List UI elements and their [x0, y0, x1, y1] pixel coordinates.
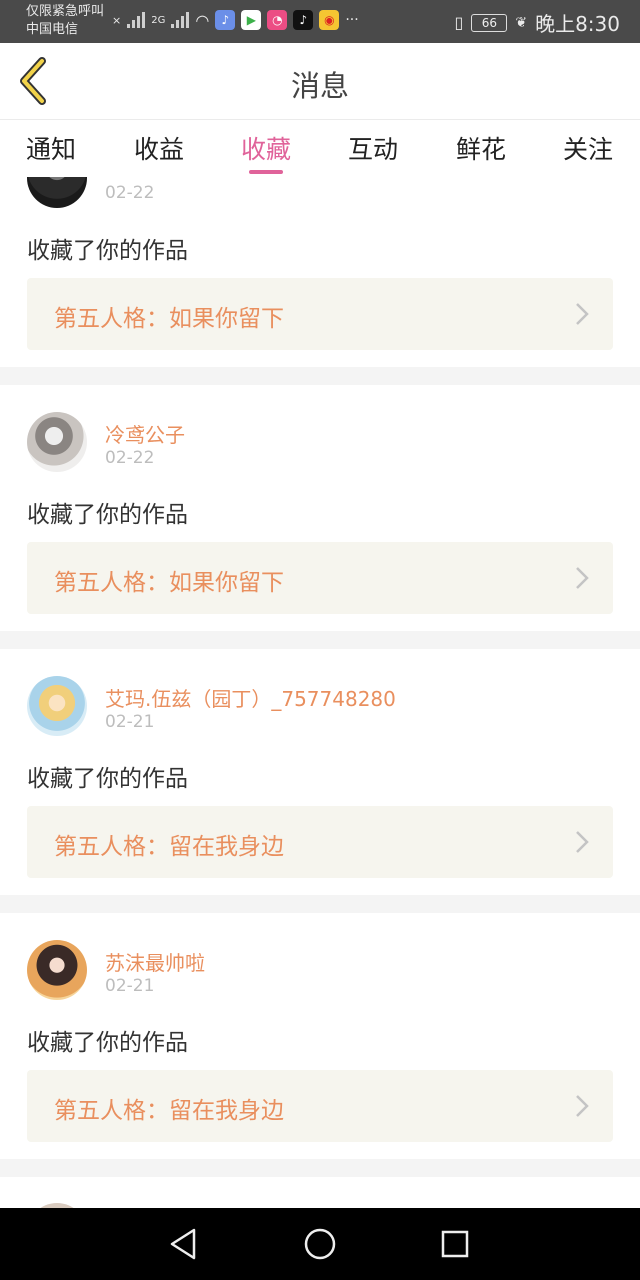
tab-following[interactable]: 关注 — [563, 130, 613, 166]
emergency-only-text: 仅限紧急呼叫 — [26, 4, 105, 19]
work-title: 第五人格：留在我身边 — [54, 1098, 284, 1124]
page-title: 消息 — [290, 69, 349, 103]
chevron-right-icon — [576, 567, 589, 589]
status-bar: 仅限紧急呼叫 中国电信 × 2G ◠ ♪ ▶ ◔ ♪ ◉ ··· ▯ 66 ❦ … — [0, 0, 640, 43]
item-username[interactable]: 苏沫最帅啦 — [105, 947, 205, 976]
weibo-icon: ◉ — [319, 10, 340, 30]
home-circle-icon[interactable] — [302, 1226, 338, 1262]
list-item: 苏沫最帅啦 02-21 收藏了你的作品 第五人格：留在我身边 — [0, 913, 640, 1159]
work-title: 第五人格：留在我身边 — [54, 834, 284, 860]
avatar[interactable] — [27, 412, 87, 472]
item-action-text: 收藏了你的作品 — [27, 238, 188, 264]
tab-interactions[interactable]: 互动 — [348, 130, 398, 166]
network-indicators: × 2G ◠ ♪ ▶ ◔ ♪ ◉ ··· — [112, 10, 359, 30]
avatar[interactable] — [27, 940, 87, 1000]
tab-earnings[interactable]: 收益 — [134, 130, 184, 166]
item-action-text: 收藏了你的作品 — [27, 766, 188, 792]
more-notifications-icon: ··· — [345, 12, 359, 28]
item-username[interactable]: 冷鸢公子 — [105, 419, 185, 448]
item-date: 02-21 — [105, 976, 155, 996]
system-nav-bar — [0, 1208, 640, 1280]
list-item: 02-22 收藏了你的作品 第五人格：如果你留下 — [0, 177, 640, 367]
work-title: 第五人格：如果你留下 — [54, 570, 284, 596]
pink-app-icon: ◔ — [267, 10, 288, 30]
tiktok-icon: ♪ — [293, 10, 314, 30]
wifi-icon: ◠ — [195, 10, 210, 30]
active-tab-indicator — [249, 170, 283, 174]
tab-notifications[interactable]: 通知 — [26, 130, 76, 166]
play-app-icon: ▶ — [241, 10, 262, 30]
music-app-icon: ♪ — [215, 10, 236, 30]
signal-icon-2 — [171, 12, 190, 28]
chevron-right-icon — [576, 831, 589, 853]
item-date: 02-22 — [105, 448, 155, 468]
clock: 晚上8:30 — [535, 12, 620, 36]
item-action-text: 收藏了你的作品 — [27, 502, 188, 528]
chevron-right-icon — [576, 1095, 589, 1117]
avatar[interactable] — [27, 676, 87, 736]
vibrate-icon: ▯ — [454, 13, 464, 32]
item-date: 02-22 — [105, 183, 155, 203]
avatar[interactable] — [27, 177, 87, 208]
header: 消息 — [0, 43, 640, 120]
tab-flowers[interactable]: 鲜花 — [456, 130, 506, 166]
list-item: 冷鸢公子 02-22 收藏了你的作品 第五人格：如果你留下 — [0, 385, 640, 631]
item-action-text: 收藏了你的作品 — [27, 1030, 188, 1056]
work-link[interactable]: 第五人格：留在我身边 — [27, 1070, 613, 1142]
no-sim-x-icon: × — [112, 13, 122, 27]
list-item: 艾玛.伍兹（园丁）_757748280 02-21 收藏了你的作品 第五人格：留… — [0, 649, 640, 895]
list-item — [0, 1177, 640, 1208]
item-username[interactable]: 艾玛.伍兹（园丁）_757748280 — [105, 683, 396, 712]
leaf-icon: ❦ — [515, 14, 528, 31]
recents-square-icon[interactable] — [437, 1226, 473, 1262]
back-triangle-icon[interactable] — [166, 1226, 202, 1262]
carrier-info: 仅限紧急呼叫 中国电信 — [26, 3, 104, 39]
chevron-right-icon — [576, 303, 589, 325]
tab-bar: 通知 收益 收藏 互动 鲜花 关注 — [0, 120, 640, 177]
carrier-name: 中国电信 — [26, 22, 79, 37]
battery-icon: 66 — [471, 13, 508, 32]
work-title: 第五人格：如果你留下 — [54, 306, 284, 332]
signal-icon-1 — [127, 12, 146, 28]
message-list[interactable]: 02-22 收藏了你的作品 第五人格：如果你留下 冷鸢公子 02-22 收藏了你… — [0, 177, 640, 1208]
work-link[interactable]: 第五人格：如果你留下 — [27, 542, 613, 614]
network-type: 2G — [151, 14, 166, 26]
item-date: 02-21 — [105, 712, 155, 732]
work-link[interactable]: 第五人格：如果你留下 — [27, 278, 613, 350]
status-right: ▯ 66 ❦ 晚上8:30 — [455, 8, 620, 37]
tab-favorites[interactable]: 收藏 — [241, 130, 291, 166]
work-link[interactable]: 第五人格：留在我身边 — [27, 806, 613, 878]
